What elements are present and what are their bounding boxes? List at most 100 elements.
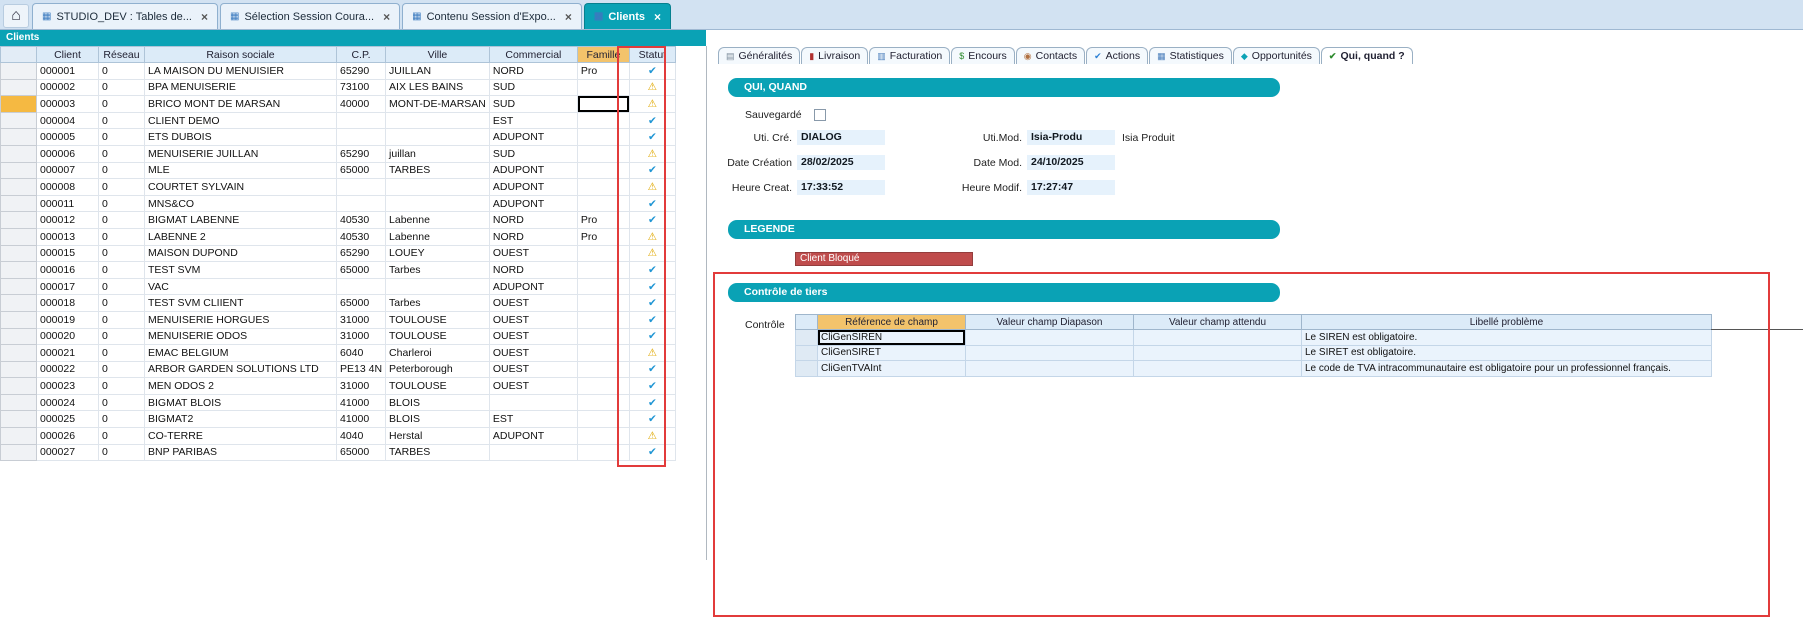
row-selector[interactable] bbox=[1, 394, 37, 411]
famille-cell[interactable] bbox=[577, 411, 629, 428]
famille-cell[interactable] bbox=[577, 378, 629, 395]
row-selector[interactable] bbox=[796, 361, 818, 377]
row-selector[interactable] bbox=[1, 212, 37, 229]
table-row[interactable]: 0000060MENUISERIE JUILLAN65290juillanSUD… bbox=[1, 145, 676, 162]
row-selector[interactable] bbox=[1, 328, 37, 345]
window-tab-sélection-session-coura[interactable]: ▦Sélection Session Coura...× bbox=[220, 3, 400, 29]
column-header-valeur-champ-attendu[interactable]: Valeur champ attendu bbox=[1134, 315, 1302, 330]
row-selector[interactable] bbox=[1, 444, 37, 461]
row-selector[interactable] bbox=[1, 262, 37, 279]
heure-creat-field[interactable]: 17:33:52 bbox=[797, 180, 885, 195]
column-header-raison-sociale[interactable]: Raison sociale bbox=[145, 47, 337, 63]
heure-modif-field[interactable]: 17:27:47 bbox=[1027, 180, 1115, 195]
column-header-ville[interactable]: Ville bbox=[386, 47, 490, 63]
row-selector[interactable] bbox=[796, 330, 818, 346]
famille-cell[interactable] bbox=[577, 311, 629, 328]
row-selector[interactable] bbox=[1, 411, 37, 428]
reference-cell[interactable]: CliGenSIREN bbox=[818, 330, 966, 346]
row-selector[interactable] bbox=[1, 179, 37, 196]
uti-cre-field[interactable]: DIALOG bbox=[797, 130, 885, 145]
column-header-statut[interactable]: Statut bbox=[629, 47, 675, 63]
table-row[interactable]: 0000220ARBOR GARDEN SOLUTIONS LTDPE13 4N… bbox=[1, 361, 676, 378]
row-selector[interactable] bbox=[1, 228, 37, 245]
famille-cell[interactable] bbox=[577, 129, 629, 146]
famille-cell[interactable] bbox=[577, 361, 629, 378]
row-selector[interactable] bbox=[1, 129, 37, 146]
close-icon[interactable]: × bbox=[201, 10, 208, 24]
famille-cell[interactable]: Pro bbox=[577, 212, 629, 229]
famille-cell[interactable]: Pro bbox=[577, 63, 629, 80]
tab-encours[interactable]: $Encours bbox=[951, 47, 1015, 64]
row-selector[interactable] bbox=[1, 345, 37, 362]
table-row[interactable]: 0000010LA MAISON DU MENUISIER65290JUILLA… bbox=[1, 63, 676, 80]
column-header-libellé-problème[interactable]: Libellé problème bbox=[1302, 315, 1712, 330]
window-tab-studio-dev-tables-de[interactable]: ▦STUDIO_DEV : Tables de...× bbox=[32, 3, 218, 29]
date-creation-field[interactable]: 28/02/2025 bbox=[797, 155, 885, 170]
column-header-commercial[interactable]: Commercial bbox=[489, 47, 577, 63]
row-selector[interactable] bbox=[1, 428, 37, 445]
column-header-réseau[interactable]: Réseau bbox=[99, 47, 145, 63]
table-row[interactable]: 0000210EMAC BELGIUM6040CharleroiOUEST⚠ bbox=[1, 345, 676, 362]
famille-cell[interactable] bbox=[577, 262, 629, 279]
table-row[interactable]: 0000160TEST SVM65000TarbesNORD✔ bbox=[1, 262, 676, 279]
tab-opportunités[interactable]: ◆Opportunités bbox=[1233, 47, 1320, 64]
window-tab-clients[interactable]: ▦Clients× bbox=[584, 3, 671, 29]
table-row[interactable]: 0000200MENUISERIE ODOS31000TOULOUSEOUEST… bbox=[1, 328, 676, 345]
home-button[interactable]: ⌂ bbox=[3, 4, 29, 28]
table-row[interactable]: 0000020BPA MENUISERIE73100AIX LES BAINSS… bbox=[1, 79, 676, 96]
table-row[interactable]: 0000110MNS&COADUPONT✔ bbox=[1, 195, 676, 212]
tab-livraison[interactable]: ▮Livraison bbox=[801, 47, 868, 64]
row-selector[interactable] bbox=[1, 378, 37, 395]
uti-mod-field[interactable]: Isia-Produ bbox=[1027, 130, 1115, 145]
row-selector[interactable] bbox=[1, 295, 37, 312]
tab-facturation[interactable]: ▥Facturation bbox=[869, 47, 950, 64]
row-selector[interactable] bbox=[1, 79, 37, 96]
column-header-client[interactable]: Client bbox=[37, 47, 99, 63]
row-selector[interactable] bbox=[1, 162, 37, 179]
close-icon[interactable]: × bbox=[654, 10, 661, 24]
table-row[interactable]: 0000070MLE65000TARBESADUPONT✔ bbox=[1, 162, 676, 179]
table-row[interactable]: CliGenSIRETLe SIRET est obligatoire. bbox=[796, 345, 1712, 361]
window-tab-contenu-session-d-expo[interactable]: ▦Contenu Session d'Expo...× bbox=[402, 3, 582, 29]
row-selector[interactable] bbox=[1, 195, 37, 212]
row-selector[interactable] bbox=[1, 278, 37, 295]
column-header-select[interactable] bbox=[1, 47, 37, 63]
panel-divider[interactable] bbox=[706, 46, 707, 560]
tab-actions[interactable]: ✔Actions bbox=[1086, 47, 1148, 64]
table-row[interactable]: 0000120BIGMAT LABENNE40530LabenneNORDPro… bbox=[1, 212, 676, 229]
famille-cell[interactable]: Pro bbox=[577, 228, 629, 245]
column-header-famille[interactable]: Famille bbox=[577, 47, 629, 63]
famille-cell[interactable] bbox=[577, 394, 629, 411]
table-row[interactable]: 0000050ETS DUBOISADUPONT✔ bbox=[1, 129, 676, 146]
tab-généralités[interactable]: ▤Généralités bbox=[718, 47, 800, 64]
tab-qui-quand[interactable]: ✔Qui, quand ? bbox=[1321, 47, 1413, 64]
table-row[interactable]: CliGenTVAIntLe code de TVA intracommunau… bbox=[796, 361, 1712, 377]
table-row[interactable]: 0000250BIGMAT241000BLOISEST✔ bbox=[1, 411, 676, 428]
famille-cell[interactable] bbox=[577, 195, 629, 212]
row-selector[interactable] bbox=[1, 245, 37, 262]
famille-cell[interactable] bbox=[577, 145, 629, 162]
row-selector[interactable] bbox=[1, 63, 37, 80]
tab-contacts[interactable]: ◉Contacts bbox=[1016, 47, 1085, 64]
table-row[interactable]: 0000270BNP PARIBAS65000TARBES✔ bbox=[1, 444, 676, 461]
row-selector[interactable] bbox=[1, 145, 37, 162]
table-row[interactable]: 0000170VACADUPONT✔ bbox=[1, 278, 676, 295]
table-row[interactable]: 0000130LABENNE 240530LabenneNORDPro⚠ bbox=[1, 228, 676, 245]
famille-cell[interactable] bbox=[577, 79, 629, 96]
famille-cell[interactable] bbox=[577, 295, 629, 312]
table-row[interactable]: 0000150MAISON DUPOND65290LOUEYOUEST⚠ bbox=[1, 245, 676, 262]
column-header-select[interactable] bbox=[796, 315, 818, 330]
table-row[interactable]: 0000040CLIENT DEMOEST✔ bbox=[1, 112, 676, 129]
table-row[interactable]: 0000240BIGMAT BLOIS41000BLOIS✔ bbox=[1, 394, 676, 411]
famille-cell[interactable] bbox=[577, 112, 629, 129]
row-selector[interactable] bbox=[1, 96, 37, 113]
famille-cell[interactable] bbox=[577, 179, 629, 196]
table-row[interactable]: CliGenSIRENLe SIREN est obligatoire. bbox=[796, 330, 1712, 346]
famille-cell[interactable] bbox=[577, 345, 629, 362]
column-header-c-p[interactable]: C.P. bbox=[337, 47, 386, 63]
table-row[interactable]: 0000030BRICO MONT DE MARSAN40000MONT-DE-… bbox=[1, 96, 676, 113]
famille-cell[interactable] bbox=[577, 328, 629, 345]
famille-cell[interactable] bbox=[577, 162, 629, 179]
reference-cell[interactable]: CliGenTVAInt bbox=[818, 361, 966, 377]
famille-cell[interactable] bbox=[577, 96, 629, 113]
